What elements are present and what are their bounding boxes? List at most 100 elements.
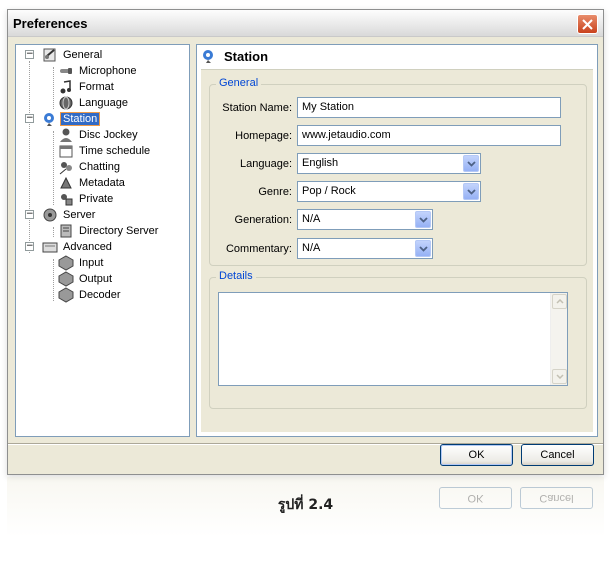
calendar-icon [58,143,74,159]
close-button[interactable] [577,14,598,34]
dropdown-button[interactable] [415,240,431,257]
tree-item-metadata[interactable]: Metadata [58,175,127,191]
genre-select-value: Pop / Rock [302,185,356,197]
commentary-select-value: N/A [302,242,321,254]
cancel-button[interactable]: Cancel [521,444,594,466]
tree-item-label: Input [79,257,104,269]
tree-item-label: General [63,49,103,61]
tree-line [53,131,54,205]
figure-caption: รูปที่ 2.4 [277,497,334,513]
collapse-toggle[interactable]: − [25,242,34,251]
chevron-up-icon [555,299,564,304]
tree-item-advanced[interactable]: − Advanced [25,239,114,255]
metadata-icon [58,175,74,191]
station-name-label: Station Name: [222,102,292,114]
tree-item-chatting[interactable]: Chatting [58,159,122,175]
satellite-dish-icon [201,48,217,64]
details-group-legend: Details [216,270,256,282]
scroll-up-button[interactable] [552,294,567,309]
tree-item-label: Advanced [63,241,112,253]
tree-item-output[interactable]: Output [58,271,114,287]
panel-title: Station [224,48,269,64]
station-settings-panel: Station General Station Name: My Station… [196,44,598,437]
chevron-down-icon [466,160,476,167]
dropdown-button[interactable] [463,155,479,172]
advanced-icon [42,239,58,255]
chevron-down-icon [418,245,428,252]
chevron-down-icon [418,216,428,223]
scroll-down-button[interactable] [552,369,567,384]
tree-item-label: Metadata [79,177,125,189]
commentary-label: Commentary: [225,243,292,255]
collapse-toggle[interactable]: − [25,114,34,123]
general-group-legend: General [216,77,262,89]
tree-item-label: Language [79,97,128,109]
chevron-down-icon [555,374,564,379]
tree-item-label: Private [79,193,114,205]
language-select[interactable]: English [297,153,481,174]
commentary-select[interactable]: N/A [297,238,433,259]
decoder-icon [58,287,74,303]
language-label: Language: [240,158,292,170]
ok-button[interactable]: OK [440,444,513,466]
generation-select[interactable]: N/A [297,209,433,230]
dropdown-button[interactable] [415,211,431,228]
homepage-input[interactable]: www.jetaudio.com [297,125,561,146]
tree-item-label: Output [79,273,113,285]
tree-item-label: Microphone [79,65,137,77]
music-note-icon [58,79,74,95]
tree-item-server[interactable]: − Server [25,207,97,223]
homepage-label: Homepage: [235,130,292,142]
tree-item-general[interactable]: − General [25,47,104,63]
tree-item-label: Station [59,112,101,126]
station-name-input[interactable]: My Station [297,97,561,118]
input-icon [58,255,74,271]
directory-server-icon [58,223,74,239]
tree-item-label: Decoder [79,289,121,301]
tree-item-label: Format [79,81,114,93]
tree-item-disc-jockey[interactable]: Disc Jockey [58,127,140,143]
dropdown-button[interactable] [463,183,479,200]
tree-item-label: Disc Jockey [79,129,138,141]
tree-line [53,67,54,109]
tree-item-label: Directory Server [79,225,159,237]
collapse-toggle[interactable]: − [25,210,34,219]
private-icon [58,191,74,207]
tree-item-directory-server[interactable]: Directory Server [58,223,160,239]
panel-header: Station [197,45,597,67]
chat-icon [58,159,74,175]
tree-item-label: Chatting [79,161,120,173]
title-bar: Preferences [8,10,603,37]
collapse-toggle[interactable]: − [25,50,34,59]
generation-label: Generation: [234,214,292,226]
tree-item-station[interactable]: − Station [25,111,101,127]
tree-item-microphone[interactable]: Microphone [58,63,138,79]
genre-select[interactable]: Pop / Rock [297,181,481,202]
tree-line [53,259,54,301]
tree-item-format[interactable]: Format [58,79,116,95]
panel-body: General Station Name: My Station Homepag… [201,69,593,432]
genre-label: Genre: [258,186,292,198]
details-textarea[interactable] [218,292,568,386]
user-icon [58,127,74,143]
tree-item-decoder[interactable]: Decoder [58,287,123,303]
tree-item-private[interactable]: Private [58,191,115,207]
tree-item-time-schedule[interactable]: Time schedule [58,143,152,159]
general-group: General Station Name: My Station Homepag… [209,77,587,266]
server-icon [42,207,58,223]
chevron-down-icon [466,188,476,195]
microphone-icon [58,63,74,79]
vertical-scrollbar[interactable] [550,293,567,385]
button-separator [8,443,603,445]
language-select-value: English [302,157,339,169]
tree-item-label: Server [63,209,96,221]
category-tree: − General Microphone Format Language − S… [15,44,190,437]
tree-item-input[interactable]: Input [58,255,105,271]
window-title: Preferences [13,16,88,31]
output-icon [58,271,74,287]
satellite-dish-icon [42,111,58,127]
tree-item-language[interactable]: Language [58,95,130,111]
preferences-window: Preferences − General Microphone Format … [7,9,604,475]
gear-wrench-icon [42,47,58,63]
tree-item-label: Time schedule [79,145,151,157]
